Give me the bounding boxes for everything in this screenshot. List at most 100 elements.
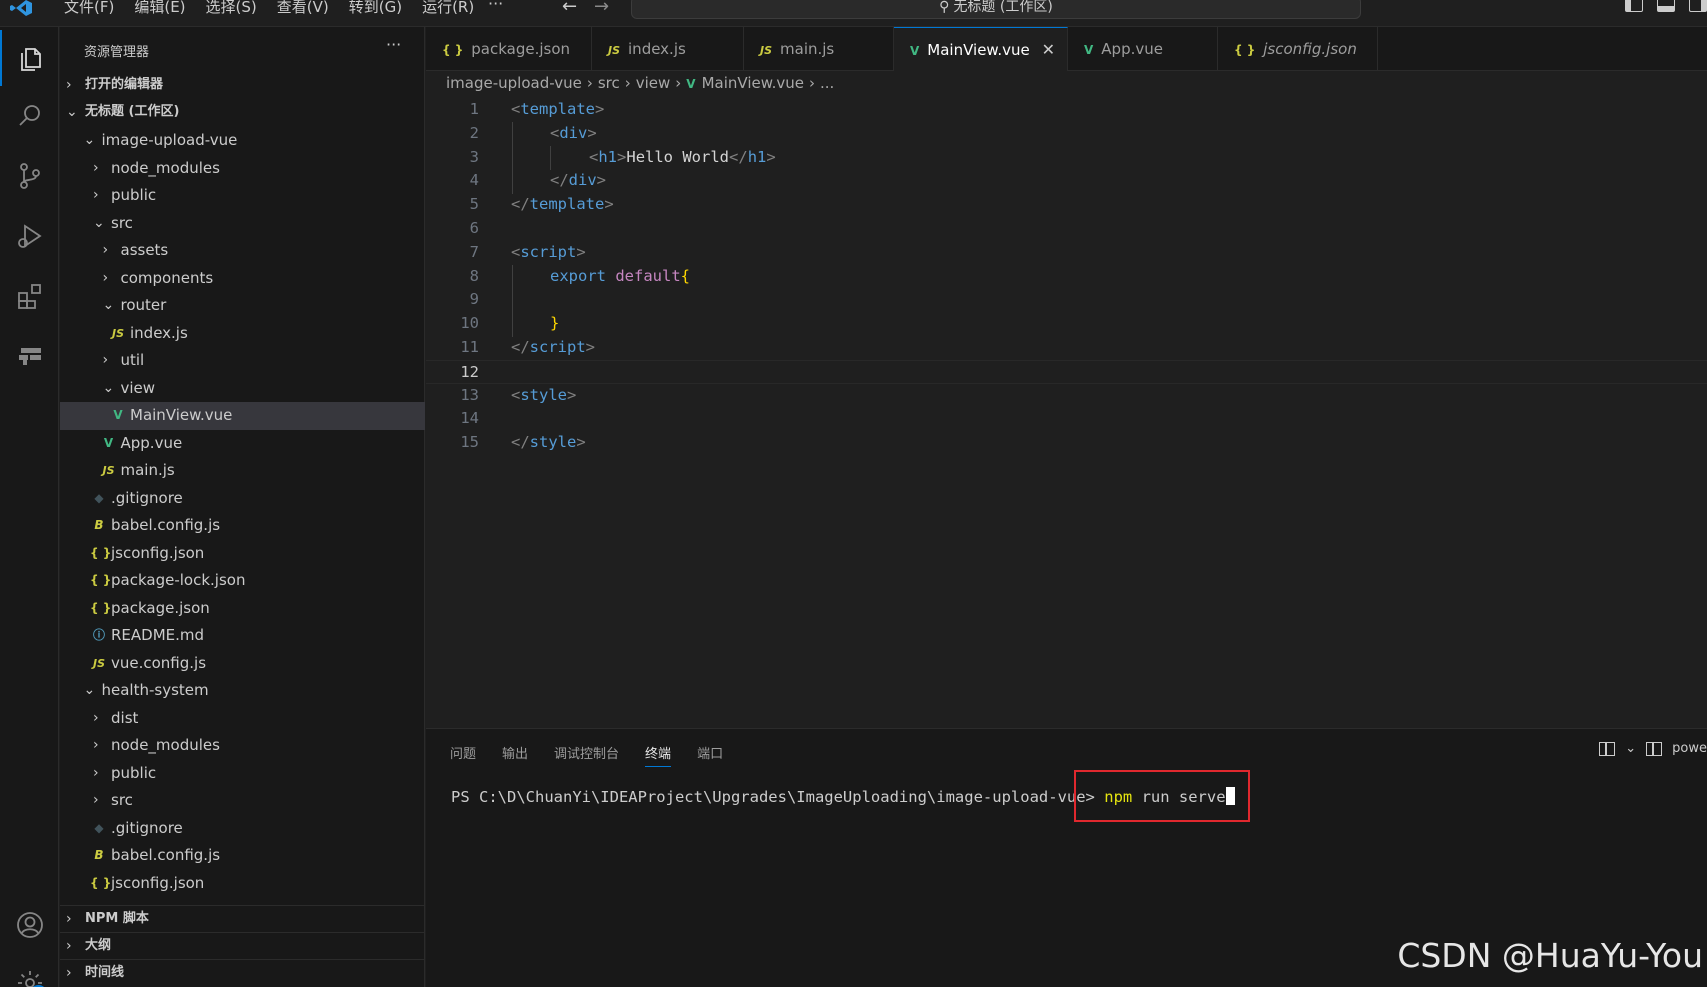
editor-tab[interactable]: V MainView.vue ✕ [894, 27, 1068, 71]
code-line[interactable]: 5 </template> [426, 193, 1707, 217]
toggle-sidebar-icon[interactable] [1625, 0, 1643, 12]
breadcrumb-item[interactable]: src [598, 74, 620, 92]
tree-file[interactable]: ◆ .gitignore [60, 815, 425, 843]
code-line[interactable]: 2 <div> [426, 122, 1707, 146]
section-workspace[interactable]: ⌄ 无标题 (工作区) [60, 99, 425, 125]
tree-folder[interactable]: › components [60, 265, 425, 293]
tree-folder[interactable]: › dist [60, 705, 425, 733]
search-icon[interactable] [0, 88, 59, 144]
menu-file[interactable]: 文件(F) [54, 0, 124, 17]
section-open-editors[interactable]: › 打开的编辑器 [60, 72, 425, 98]
tree-folder[interactable]: › node_modules [60, 732, 425, 760]
menu-edit[interactable]: 编辑(E) [124, 0, 195, 17]
tree-folder[interactable]: ⌄ view [60, 375, 425, 403]
code-line[interactable]: 8 export default{ [426, 265, 1707, 289]
tree-folder[interactable]: › src [60, 787, 425, 815]
code-line[interactable]: 7 <script> [426, 241, 1707, 265]
tree-folder[interactable]: › assets [60, 237, 425, 265]
settings-gear-icon[interactable]: 1 [0, 955, 59, 987]
section-timeline[interactable]: › 时间线 [60, 959, 425, 985]
vue-file-icon: V [1084, 43, 1094, 57]
tree-file[interactable]: V App.vue [60, 430, 425, 458]
close-icon[interactable]: ✕ [1042, 28, 1055, 72]
menu-go[interactable]: 转到(G) [339, 0, 412, 17]
tree-folder[interactable]: ⌄ router [60, 292, 425, 320]
code-line[interactable]: 9 [426, 288, 1707, 312]
code-token: </ [550, 171, 569, 190]
run-debug-icon[interactable] [0, 208, 59, 264]
tree-file[interactable]: { } package.json [60, 595, 425, 623]
toggle-panel-icon[interactable] [1657, 0, 1675, 12]
tree-folder[interactable]: › public [60, 760, 425, 788]
code-line[interactable]: 10} [426, 312, 1707, 336]
panel-tab[interactable]: 终端 [645, 743, 672, 767]
panel-tab[interactable]: 问题 [450, 743, 476, 767]
tree-file[interactable]: ◆ .gitignore [60, 485, 425, 513]
tree-folder[interactable]: › util [60, 347, 425, 375]
command-center[interactable]: ⚲ 无标题 (工作区) [631, 0, 1361, 19]
remote-explorer-icon[interactable] [0, 327, 59, 383]
tree-file[interactable]: Bbabel.config.js [60, 842, 425, 870]
code-token: < [511, 385, 521, 404]
tree-folder[interactable]: ⌄ src [60, 210, 425, 238]
terminal-list-icon[interactable] [1646, 741, 1663, 756]
tree-file[interactable]: { } jsconfig.json [60, 540, 425, 568]
breadcrumb-item[interactable]: view [636, 74, 671, 92]
editor-tab[interactable]: JS index.js [592, 27, 744, 71]
tree-file[interactable]: JS vue.config.js [60, 650, 425, 678]
tree-file[interactable]: JS main.js [60, 457, 425, 485]
tree-file[interactable]: Bbabel.config.js [60, 512, 425, 540]
code-line[interactable]: 12 [426, 359, 1707, 384]
tree-folder[interactable]: ⌄ image-upload-vue [60, 127, 425, 155]
tree-folder[interactable]: › node_modules [60, 155, 425, 183]
terminal-prompt: PS C:\D\ChuanYi\IDEAProject\Upgrades\Ima… [451, 788, 1105, 806]
breadcrumb-item[interactable]: ... [820, 74, 834, 92]
section-outline[interactable]: › 大纲 [60, 932, 425, 958]
account-icon[interactable] [0, 897, 59, 953]
menu-run[interactable]: 运行(R) [412, 0, 484, 17]
editor-tab[interactable]: { } jsconfig.json [1218, 27, 1378, 71]
code-line[interactable]: 1 <template> [426, 98, 1707, 122]
source-control-icon[interactable] [0, 148, 59, 204]
panel-tab[interactable]: 输出 [502, 743, 528, 767]
explorer-icon[interactable] [0, 30, 59, 86]
breadcrumb-item[interactable]: MainView.vue [702, 74, 804, 92]
code-line[interactable]: 3 <h1>Hello World</h1> [426, 146, 1707, 170]
tree-folder[interactable]: › public [60, 182, 425, 210]
menu-more-icon[interactable]: ··· [488, 0, 503, 13]
chevron-down-icon[interactable]: ⌄ [1625, 741, 1636, 756]
tree-folder[interactable]: ⌄ health-system [60, 677, 425, 705]
breadcrumb-item[interactable]: image-upload-vue [446, 74, 582, 92]
vscode-logo-icon[interactable] [10, 0, 32, 16]
tree-file[interactable]: ⓘ README.md [60, 622, 425, 650]
code-token: > [617, 147, 627, 166]
code-line[interactable]: 13 <style> [426, 384, 1707, 408]
nav-forward-icon[interactable]: → [594, 0, 609, 17]
split-terminal-icon[interactable] [1599, 741, 1616, 756]
panel-tab[interactable]: 端口 [697, 743, 723, 767]
panel-tab[interactable]: 调试控制台 [554, 743, 619, 767]
editor-tab[interactable]: JS main.js [744, 27, 894, 71]
tree-file[interactable]: V MainView.vue [60, 402, 425, 430]
tree-item-label: public [111, 763, 157, 782]
code-editor[interactable]: 1 <template> 2 <div> 3 <h1>Hello World</h1> 4 <… [426, 98, 1707, 728]
code-line[interactable]: 11 </script> [426, 336, 1707, 360]
code-line[interactable]: 4 </div> [426, 169, 1707, 193]
code-line[interactable]: 14 [426, 407, 1707, 431]
explorer-more-icon[interactable]: ··· [386, 35, 401, 54]
code-line[interactable]: 6 [426, 217, 1707, 241]
nav-back-icon[interactable]: ← [562, 0, 577, 17]
extensions-icon[interactable] [0, 268, 59, 324]
editor-tab[interactable]: { } package.json [426, 27, 592, 71]
tree-file[interactable]: { } package-lock.json [60, 567, 425, 595]
chevron-right-icon: › [66, 965, 72, 981]
shell-label[interactable]: powe [1672, 741, 1707, 756]
editor-tab[interactable]: V App.vue [1068, 27, 1218, 71]
menu-view[interactable]: 查看(V) [267, 0, 339, 17]
menu-selection[interactable]: 选择(S) [196, 0, 267, 17]
tree-file[interactable]: { } jsconfig.json [60, 870, 425, 898]
section-npm-scripts[interactable]: › NPM 脚本 [60, 905, 425, 931]
tree-file[interactable]: JS index.js [60, 320, 425, 348]
toggle-secondary-sidebar-icon[interactable] [1689, 0, 1707, 12]
code-line[interactable]: 15 </style> [426, 431, 1707, 455]
